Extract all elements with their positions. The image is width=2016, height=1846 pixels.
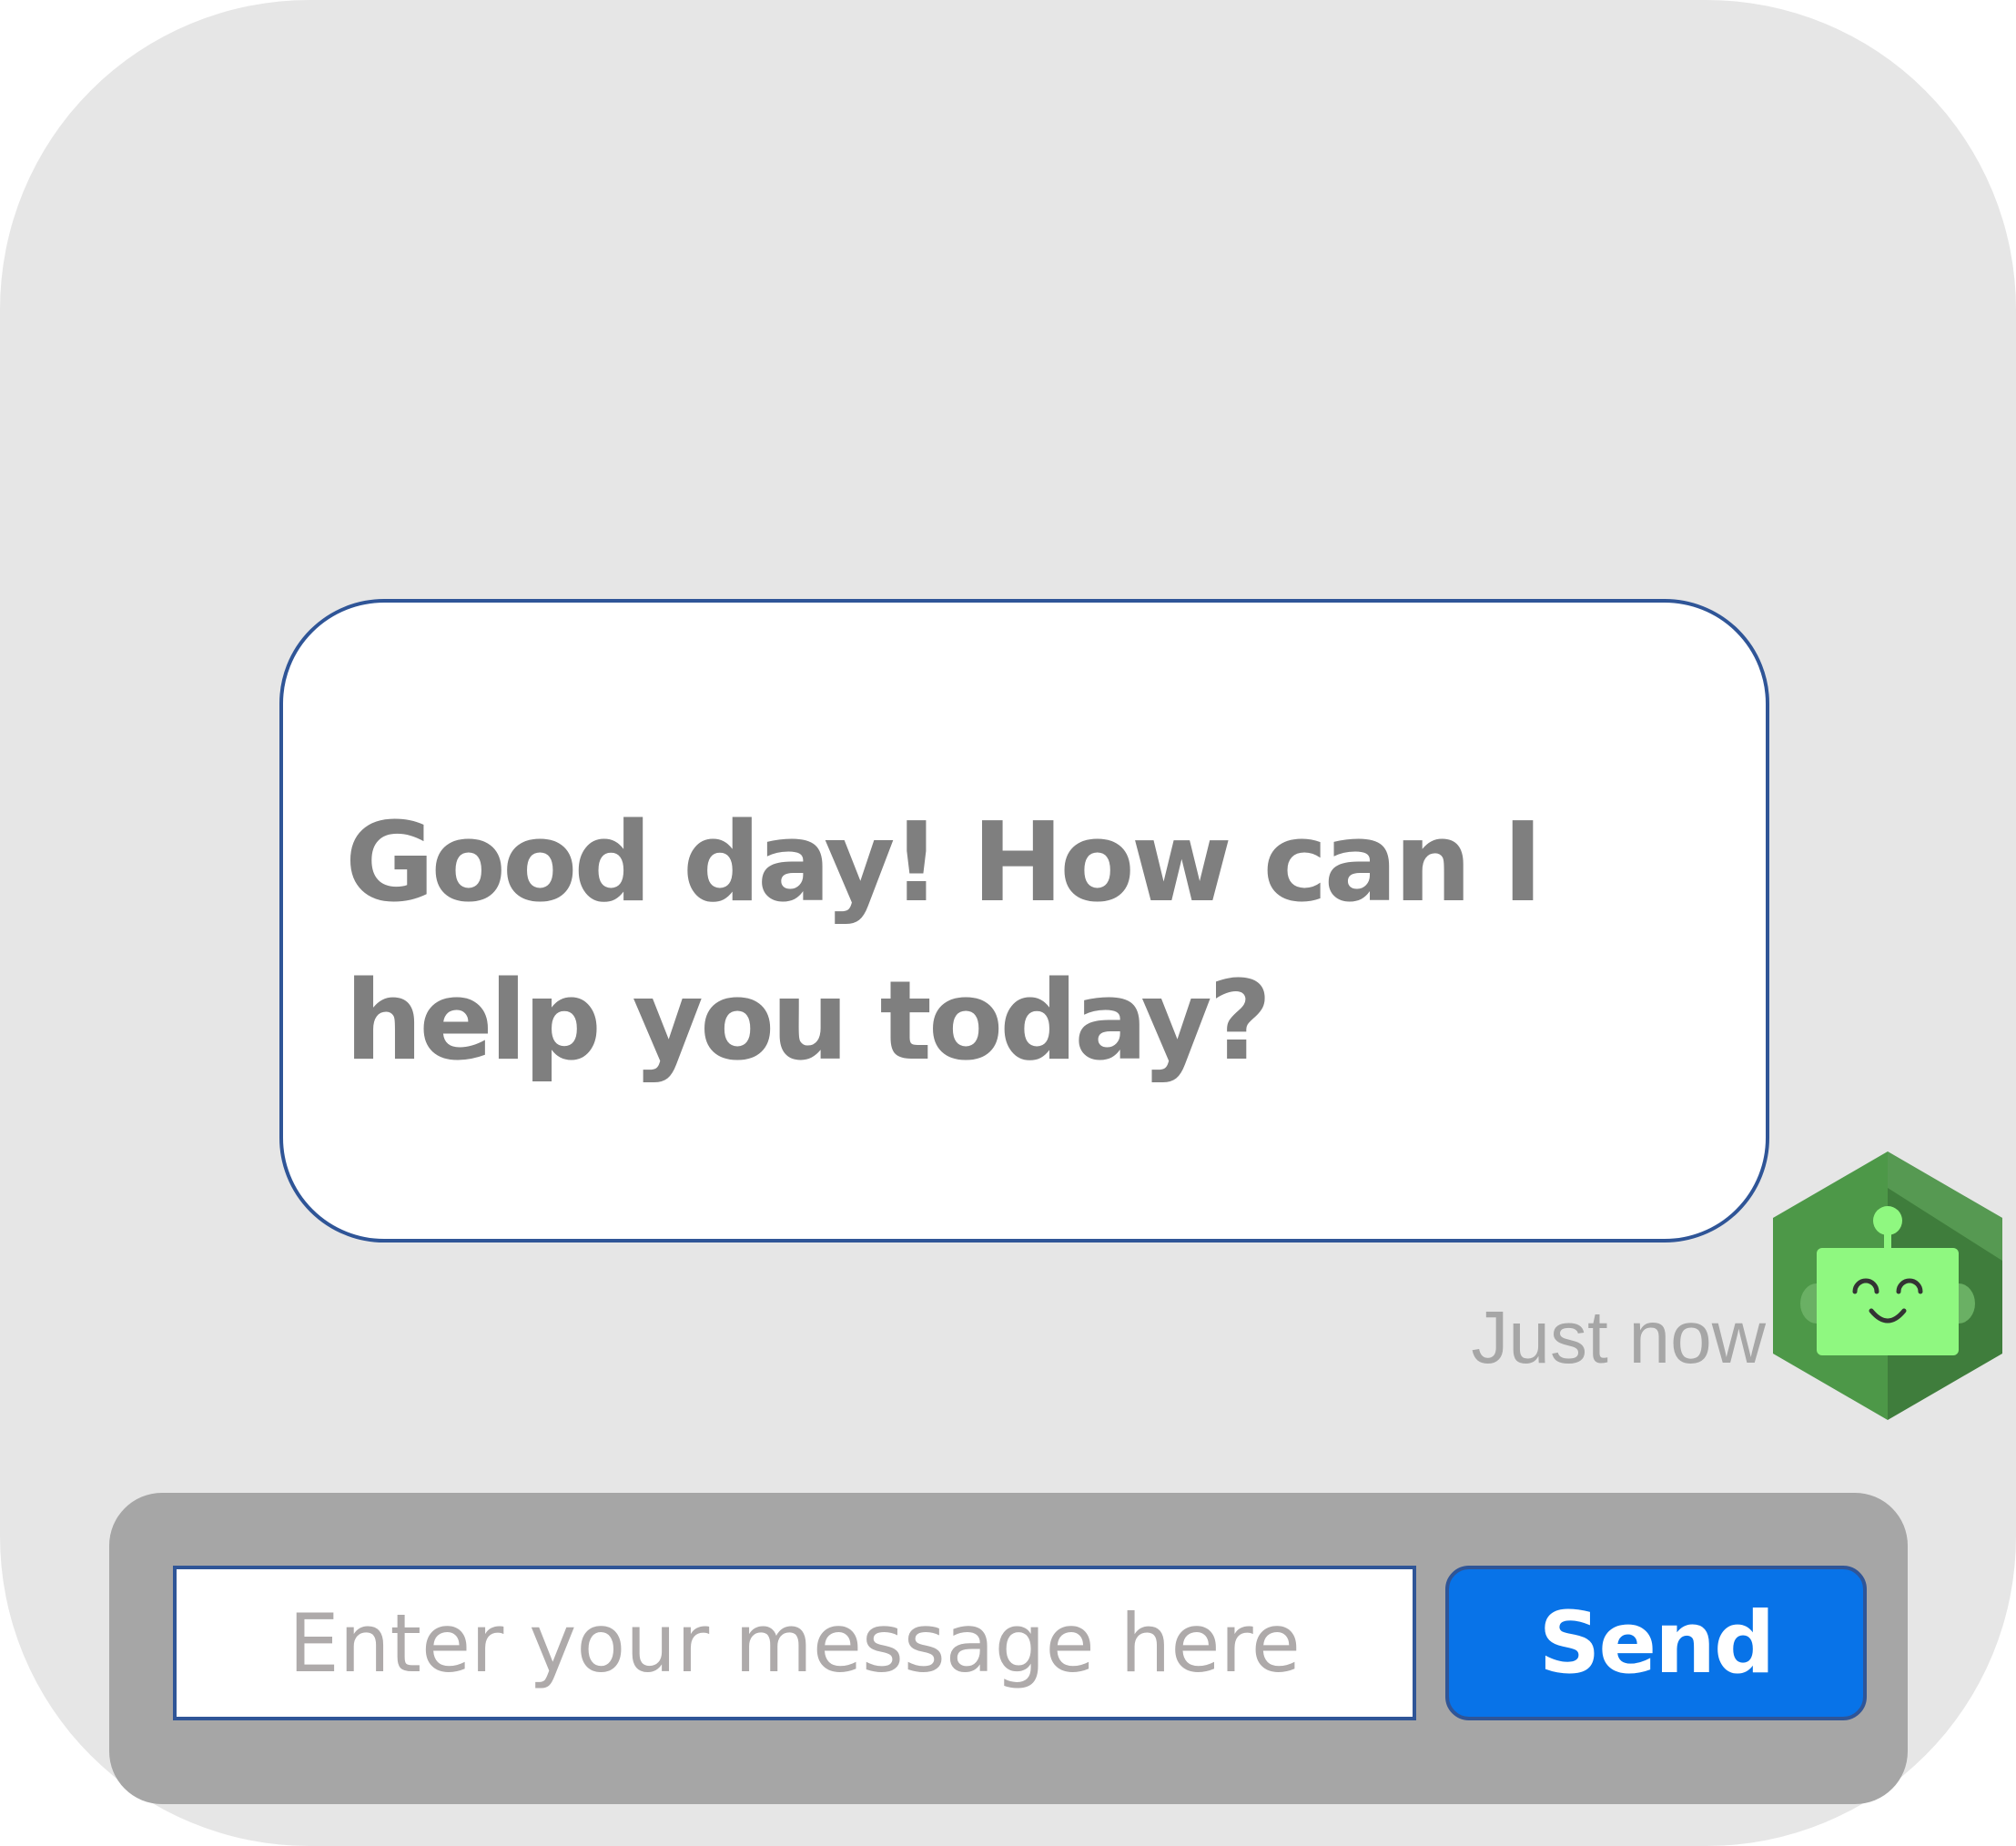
message-input[interactable] — [173, 1566, 1416, 1720]
robot-antenna-bulb — [1873, 1206, 1902, 1235]
bot-message-bubble: Good day! How can I help you today? — [279, 599, 1769, 1242]
robot-icon — [1773, 1151, 2002, 1420]
bot-message-text: Good day! How can I help you today? — [345, 800, 1543, 1085]
send-button[interactable]: Send — [1445, 1566, 1867, 1720]
chat-window: Good day! How can I help you today? Just… — [0, 0, 2016, 1846]
robot-face — [1817, 1248, 1959, 1355]
message-composer: Send — [109, 1493, 1908, 1804]
message-timestamp: Just now — [1471, 1296, 1766, 1379]
